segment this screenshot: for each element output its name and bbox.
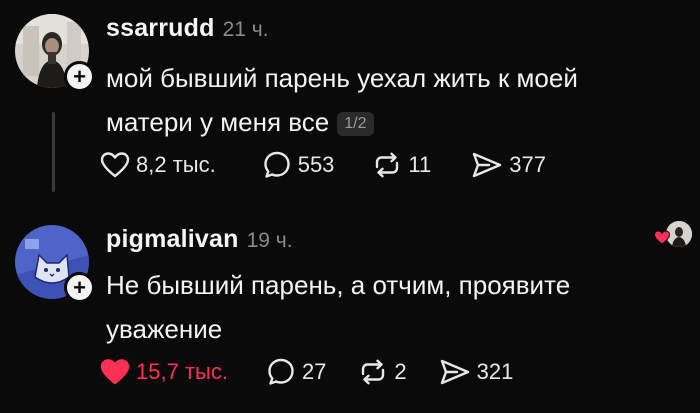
heart-icon [654, 230, 670, 245]
like-button[interactable]: 8,2 тыс. [100, 151, 216, 179]
post-time: 21 ч. [222, 18, 269, 41]
share-button[interactable]: 377 [471, 150, 546, 180]
share-count: 321 [476, 359, 514, 384]
send-paper-plane-icon [473, 152, 502, 178]
username[interactable]: pigmalivan [106, 225, 239, 254]
share-count: 377 [509, 152, 546, 177]
repost-button[interactable]: 2 [358, 357, 407, 387]
post-pigmalivan: + pigmalivan 19 ч. Не бывший парень, а о… [0, 205, 700, 413]
reply-button[interactable]: 27 [266, 357, 326, 387]
post-ssarrudd: + ssarrudd 21 ч. мой бывший парень уехал… [0, 0, 700, 205]
heart-icon [100, 152, 130, 178]
post-header: pigmalivan 19 ч. [106, 225, 293, 254]
username[interactable]: ssarrudd [106, 14, 215, 43]
like-count: 8,2 тыс. [136, 152, 216, 177]
share-button[interactable]: 321 [439, 357, 514, 387]
reply-count: 27 [301, 359, 327, 384]
post-header: ssarrudd 21 ч. [106, 14, 269, 43]
reply-count: 553 [297, 152, 335, 177]
like-button[interactable]: 15,7 тыс. [100, 358, 228, 386]
like-count: 15,7 тыс. [136, 359, 228, 384]
repost-arrows-icon [376, 152, 399, 178]
repost-arrows-icon [362, 359, 385, 385]
post-actions: 8,2 тыс. 553 11 377 [100, 150, 546, 180]
follow-plus-icon[interactable]: + [64, 61, 95, 92]
repost-button[interactable]: 11 [372, 150, 431, 180]
heart-icon [100, 359, 130, 385]
follow-plus-icon[interactable]: + [64, 272, 95, 303]
repost-count: 2 [394, 359, 407, 384]
post-time: 19 ч. [246, 229, 293, 252]
author-avatar-wrap[interactable]: + [15, 225, 95, 303]
repost-count: 11 [408, 152, 432, 177]
thread-connector-line [52, 112, 55, 192]
author-liked-indicator [654, 221, 692, 251]
post-text: Не бывший парень, а отчим, проявите уваж… [106, 263, 666, 351]
reply-button[interactable]: 553 [262, 150, 335, 180]
post-text: мой бывший парень уехал жить к моей мате… [106, 56, 666, 144]
thread-pager-badge: 1/2 [337, 112, 374, 136]
post-actions: 15,7 тыс. 27 2 321 [100, 357, 513, 387]
send-paper-plane-icon [440, 359, 469, 385]
comment-bubble-icon [268, 358, 294, 385]
post-text-content: Не бывший парень, а отчим, проявите уваж… [106, 270, 571, 344]
author-avatar-wrap[interactable]: + [15, 14, 95, 92]
comment-bubble-icon [264, 151, 290, 178]
